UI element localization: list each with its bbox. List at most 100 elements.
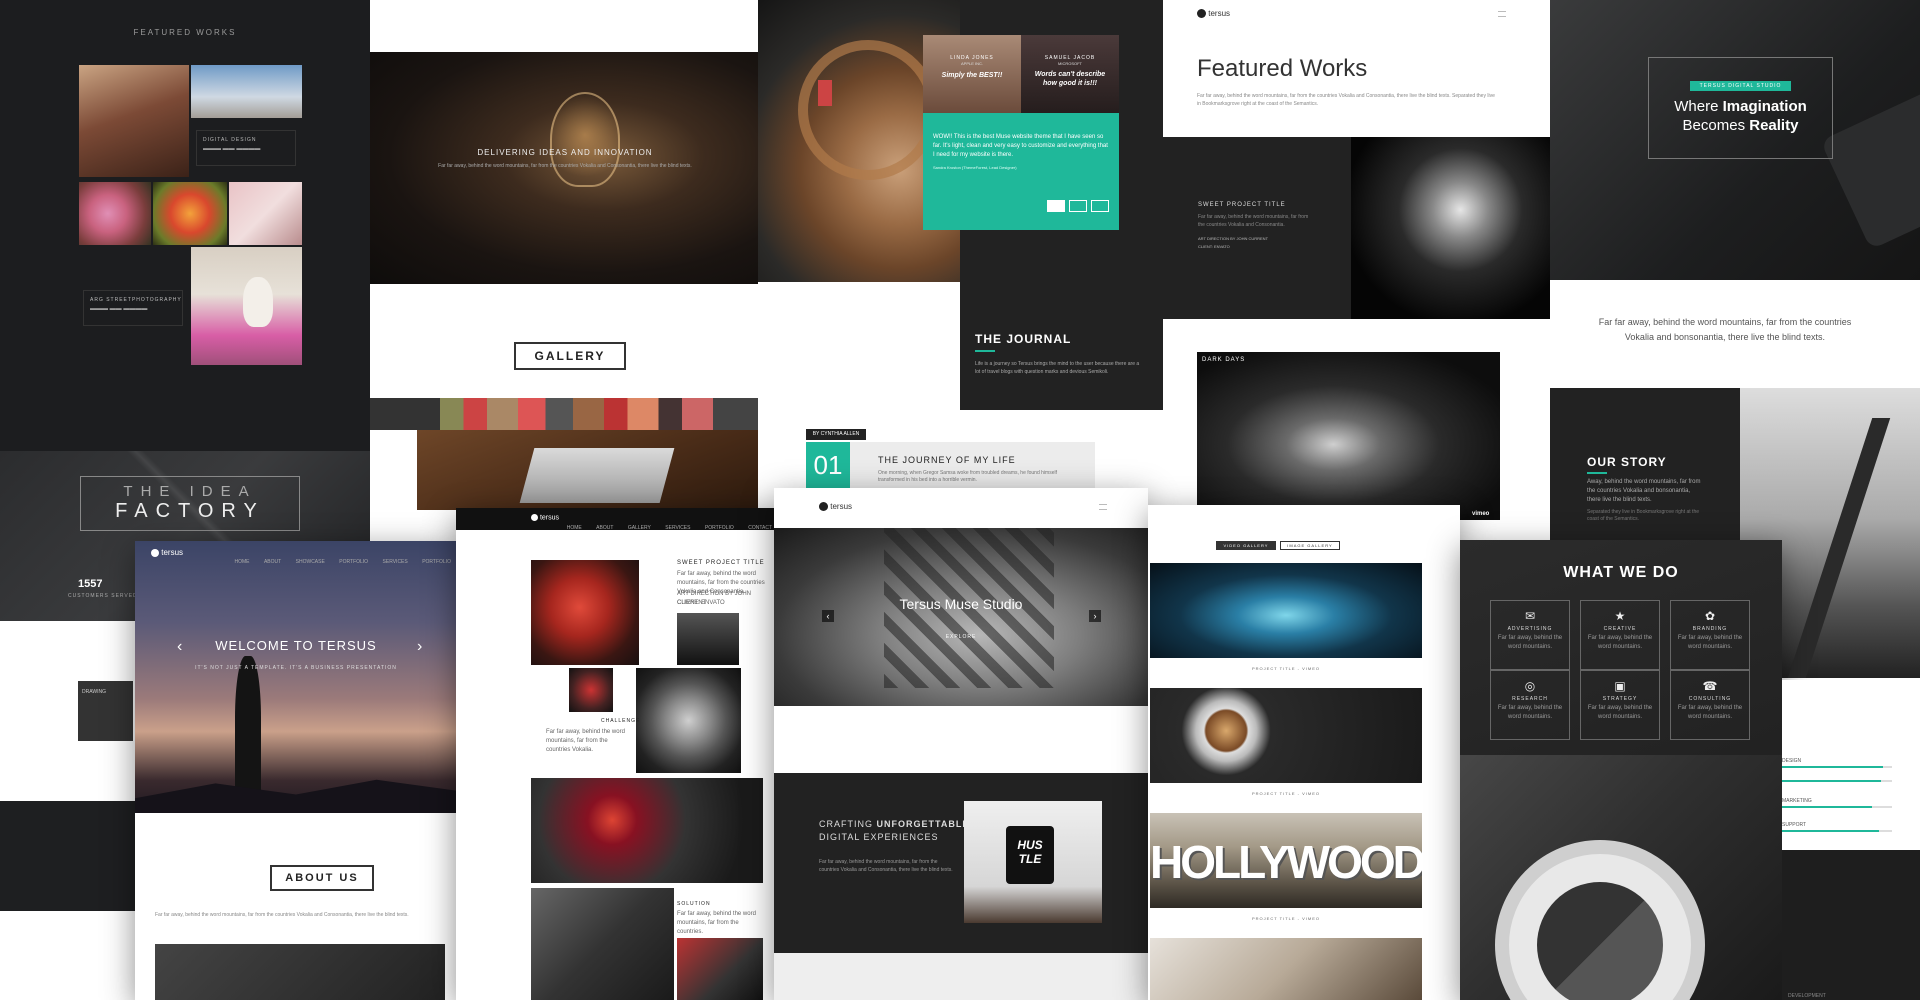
nav-services[interactable]: SERVICES	[665, 525, 690, 531]
testimonial-1-quote: Simply the BEST!!	[941, 72, 1003, 79]
service-advertising[interactable]: ✉ ADVERTISING Far far away, behind the w…	[1490, 600, 1570, 670]
challenge-title: CHALLENGE	[601, 718, 641, 724]
field-photo[interactable]	[79, 65, 189, 177]
service-consulting[interactable]: ☎ CONSULTING Far far away, behind the wo…	[1670, 670, 1750, 740]
skill-4-label: SUPPORT	[1782, 822, 1807, 828]
skill-2-bar	[1782, 780, 1892, 782]
brand-name: tersus	[830, 502, 853, 511]
service-name: STRATEGY	[1602, 696, 1638, 702]
muse-hero: Tersus Muse Studio EXPLORE ‹ ›	[774, 528, 1148, 706]
nav-contact[interactable]: CONTACT	[748, 525, 772, 531]
smoke-figure-photo	[1351, 137, 1550, 319]
donuts-photo[interactable]	[79, 182, 151, 245]
story-more: Separated they live in Bookmarksgrove ri…	[1587, 509, 1700, 522]
muse-logo[interactable]: tersus	[819, 502, 853, 512]
project-logo[interactable]: tersus	[531, 514, 559, 521]
service-name: CREATIVE	[1603, 626, 1637, 632]
nav-about[interactable]: ABOUT	[596, 525, 613, 531]
research-icon: ◎	[1524, 679, 1536, 693]
service-branding[interactable]: ✿ BRANDING Far far away, behind the word…	[1670, 600, 1750, 670]
service-research[interactable]: ◎ RESEARCH Far far away, behind the word…	[1490, 670, 1570, 740]
featured-works-light-panel: tersus Featured Works Far far away, behi…	[1163, 0, 1550, 520]
about-body: Far far away, behind the word mountains,…	[155, 912, 409, 918]
nav-portfolio-2[interactable]: PORTFOLIO	[422, 559, 451, 565]
drawing-card-label: DRAWING	[82, 689, 106, 695]
service-strategy[interactable]: ▣ STRATEGY Far far away, behind the word…	[1580, 670, 1660, 740]
prev-slide-icon[interactable]: ‹	[822, 610, 834, 622]
nav-portfolio[interactable]: PORTFOLIO	[339, 559, 368, 565]
red-portrait-photo[interactable]	[531, 560, 639, 665]
muse-panel: tersus Tersus Muse Studio EXPLORE ‹ › CR…	[774, 488, 1148, 1000]
watch-photo[interactable]	[636, 668, 741, 773]
nav-services[interactable]: SERVICES	[383, 559, 408, 565]
welcome-nav: HOME ABOUT SHOWCASE PORTFOLIO SERVICES P…	[225, 550, 452, 568]
featured-body: Far far away, behind the word mountains,…	[1197, 93, 1495, 107]
carousel-dot-1[interactable]	[1047, 200, 1065, 212]
gallery-button[interactable]: GALLERY	[514, 342, 626, 370]
solution-title: SOLUTION	[677, 901, 711, 907]
video-caption-3: PROJECT TITLE - VIMEO	[1252, 916, 1320, 921]
photo-caption-box: DIGITAL DESIGN ▬▬▬ ▬▬ ▬▬▬▬	[196, 130, 296, 166]
nav-portfolio[interactable]: PORTFOLIO	[705, 525, 734, 531]
mug: HUS TLE	[1006, 826, 1054, 884]
next-slide-icon[interactable]: ›	[1089, 610, 1101, 622]
mannequin-photo[interactable]	[677, 613, 739, 665]
idea-factory-line2: FACTORY	[115, 500, 265, 522]
nav-home[interactable]: HOME	[235, 559, 250, 565]
project-page-panel: tersus HOME ABOUT GALLERY SERVICES PORTF…	[456, 508, 776, 1000]
shoes-photo[interactable]	[531, 888, 674, 1000]
bulb-heading: DELIVERING IDEAS AND INNOVATION	[477, 148, 653, 157]
crafting-line1: CRAFTING UNFORGETTABLE	[819, 819, 969, 829]
hollywood-video[interactable]: HOLLYWOOD	[1150, 813, 1422, 908]
menu-icon[interactable]	[1498, 11, 1506, 17]
phone-photo[interactable]	[229, 182, 302, 245]
date-badge: 01	[806, 442, 850, 488]
nav-home[interactable]: HOME	[567, 525, 582, 531]
laptop-photo[interactable]	[417, 430, 760, 510]
journal-heading: THE JOURNAL	[975, 332, 1072, 346]
people-video[interactable]	[1150, 938, 1422, 1000]
snow-photo[interactable]	[191, 65, 302, 118]
project-title: SWEET PROJECT TITLE	[1198, 202, 1286, 208]
tab-video-gallery[interactable]: VIDEO GALLERY	[1216, 541, 1276, 550]
photo-caption-box-2: ARG STREETPHOTOGRAPHY ▬▬▬ ▬▬ ▬▬▬▬	[83, 290, 183, 326]
service-creative[interactable]: ★ CREATIVE Far far away, behind the word…	[1580, 600, 1660, 670]
teal-author: Sandra Kroston (ThemeForest, Lead Design…	[933, 165, 1017, 170]
project-header: tersus HOME ABOUT GALLERY SERVICES PORTF…	[456, 508, 776, 531]
nav-about[interactable]: ABOUT	[264, 559, 281, 565]
star-icon: ★	[1614, 609, 1626, 623]
service-name: CONSULTING	[1688, 696, 1732, 702]
imagination-line2-bold: Reality	[1749, 117, 1799, 134]
menu-icon[interactable]	[1099, 504, 1107, 510]
rain-window-photo[interactable]	[531, 778, 763, 883]
tab-image-gallery[interactable]: IMAGE GALLERY	[1280, 541, 1340, 550]
mask-photo[interactable]	[569, 668, 613, 712]
welcome-logo[interactable]: tersus	[151, 548, 183, 557]
gallery-strip	[370, 398, 760, 430]
explore-link[interactable]: EXPLORE	[774, 634, 1148, 640]
imagination-tagline: Far far away, behind the word mountains,…	[1598, 317, 1852, 342]
welcome-title: WELCOME TO TERSUS	[215, 638, 377, 653]
carousel-dot-3[interactable]	[1091, 200, 1109, 212]
caption-text: ▬▬▬ ▬▬ ▬▬▬▬	[203, 146, 261, 152]
camera-photo[interactable]	[677, 938, 763, 1000]
brand-logo[interactable]: tersus	[1197, 9, 1230, 19]
fruit-photo[interactable]	[153, 182, 227, 245]
skill-2-fill	[1782, 780, 1881, 782]
tunnel-video[interactable]	[1150, 563, 1422, 658]
nav-gallery[interactable]: GALLERY	[628, 525, 651, 531]
about-us-button[interactable]: ABOUT US	[270, 865, 374, 891]
stat-label: CUSTOMERS SERVED	[68, 593, 138, 599]
coffee-video[interactable]	[1150, 688, 1422, 783]
kitten-photo[interactable]	[191, 247, 302, 365]
carousel-dot-2[interactable]	[1069, 200, 1087, 212]
project-body: Far far away, behind the word mountains,…	[1198, 214, 1309, 228]
bulb-hero: DELIVERING IDEAS AND INNOVATION Far far …	[370, 52, 760, 284]
mug-text: HUS TLE	[1017, 838, 1043, 866]
testimonial-1-role: APPLE INC.	[960, 61, 983, 66]
wave-photo[interactable]: DARK DAYS vimeo	[1197, 352, 1500, 520]
nav-showcase[interactable]: SHOWCASE	[296, 559, 325, 565]
imagination-line1-light: Where	[1674, 98, 1719, 115]
post-title[interactable]: THE JOURNEY OF MY LIFE	[878, 455, 1016, 465]
service-body: Far far away, behind the word mountains.	[1497, 705, 1563, 720]
